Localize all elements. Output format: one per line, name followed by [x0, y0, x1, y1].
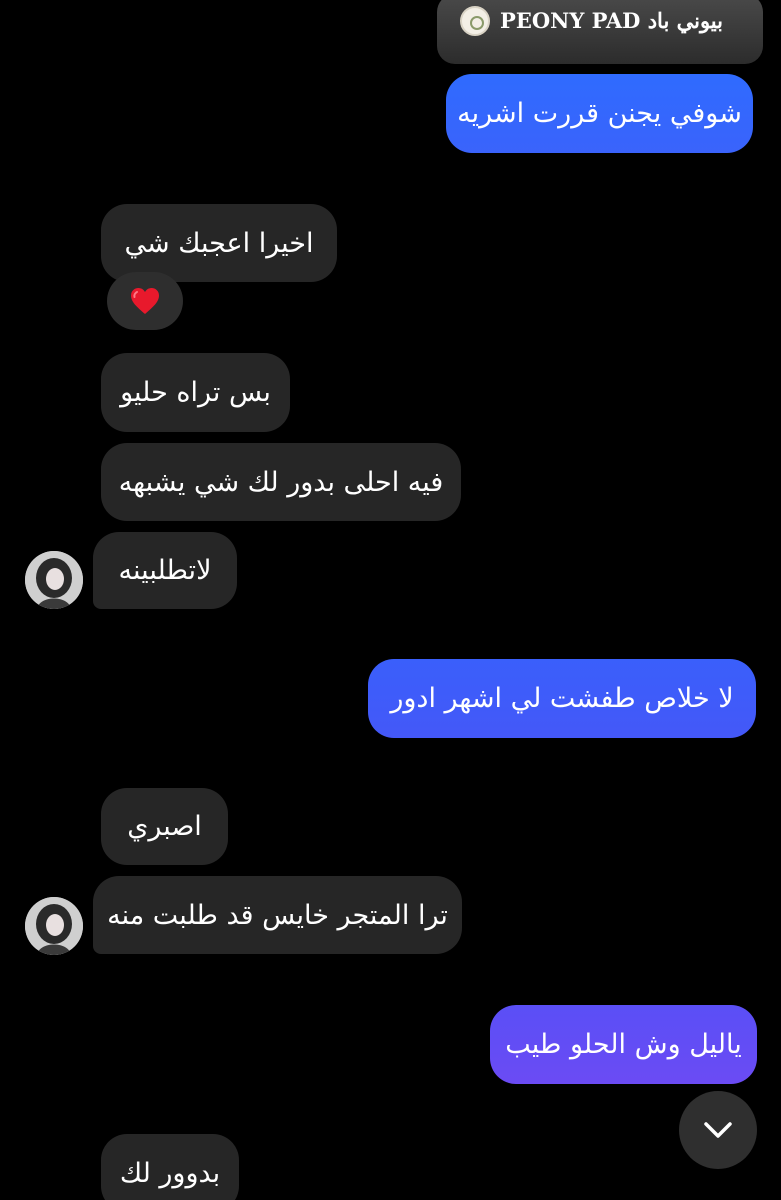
avatar-image [25, 551, 83, 609]
heart-icon [131, 288, 159, 314]
incoming-message[interactable]: فيه احلى بدور لك شي يشبهه [101, 443, 461, 521]
contact-avatar[interactable] [25, 551, 83, 609]
scroll-to-bottom-button[interactable] [679, 1091, 757, 1169]
shared-post-card[interactable]: بيوني باد PEONY PAD [437, 0, 763, 64]
outgoing-message[interactable]: شوفي يجنن قررت اشريه [446, 74, 753, 153]
incoming-message[interactable]: اخيرا اعجبك شي [101, 204, 337, 282]
contact-avatar[interactable] [25, 897, 83, 955]
shared-post-title: بيوني باد PEONY PAD [500, 8, 723, 33]
message-reaction[interactable] [107, 272, 183, 330]
outgoing-message[interactable]: ياليل وش الحلو طيب [490, 1005, 757, 1084]
outgoing-message[interactable]: لا خلاص طفشت لي اشهر ادور [368, 659, 756, 738]
incoming-message[interactable]: اصبري [101, 788, 228, 865]
chat-thread[interactable]: بيوني باد PEONY PAD شوفي يجنن قررت اشريه… [0, 0, 781, 1200]
incoming-message[interactable]: بدوور لك [101, 1134, 239, 1200]
incoming-message[interactable]: ترا المتجر خايس قد طلبت منه [93, 876, 462, 954]
incoming-message[interactable]: بس تراه حليو [101, 353, 290, 432]
incoming-message[interactable]: لاتطلبينه [93, 532, 237, 609]
avatar-image [25, 897, 83, 955]
chevron-down-icon [704, 1122, 732, 1138]
shared-post-avatar [460, 6, 490, 36]
